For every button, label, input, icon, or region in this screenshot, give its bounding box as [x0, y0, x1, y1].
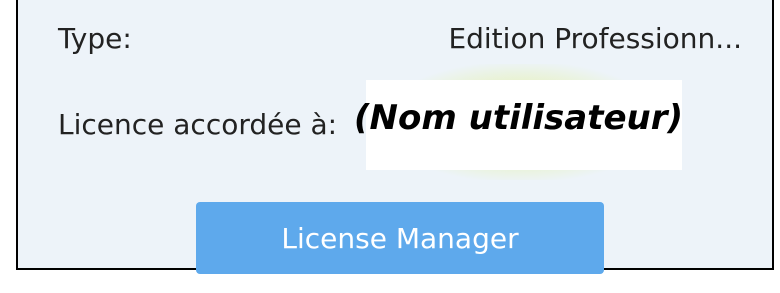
licensed-to-value: (Nom utilisateur) — [354, 98, 684, 138]
license-manager-button[interactable]: License Manager — [196, 202, 604, 274]
licensed-to-label: Licence accordée à: — [58, 108, 338, 141]
type-label: Type: — [58, 22, 132, 55]
type-value: Edition Professionn... — [448, 22, 742, 55]
